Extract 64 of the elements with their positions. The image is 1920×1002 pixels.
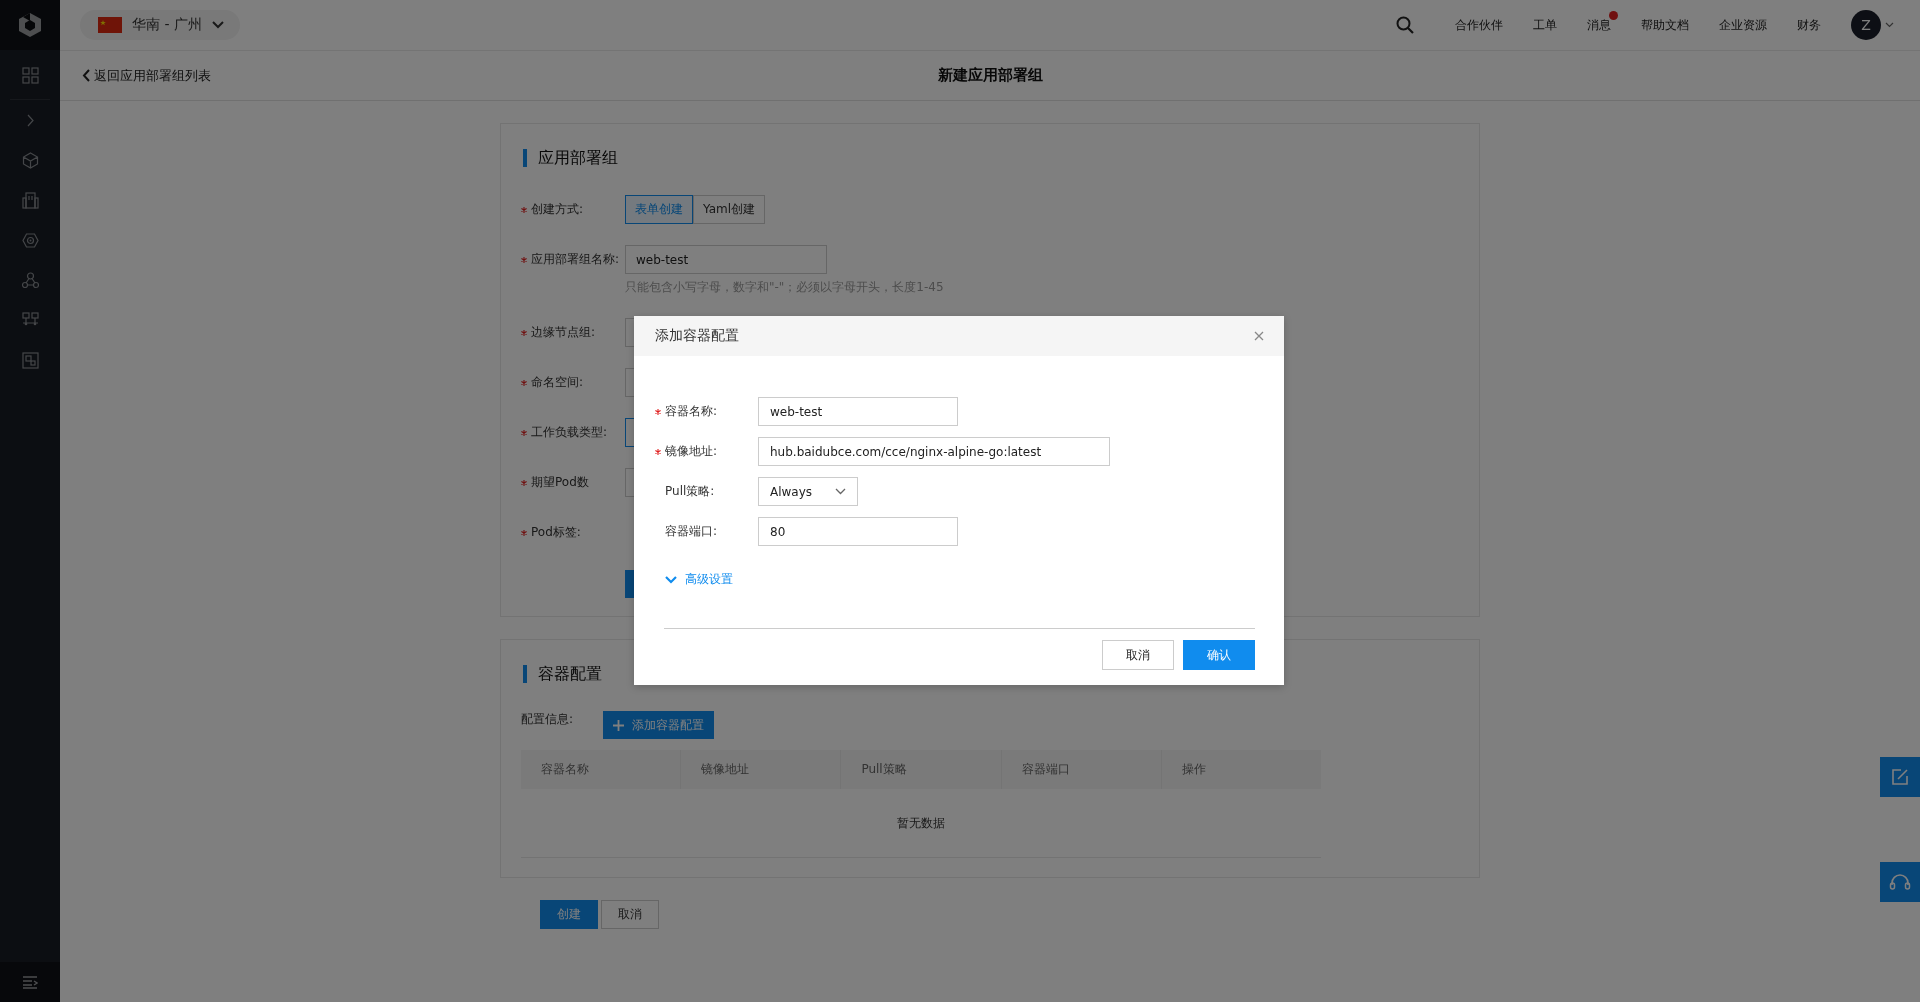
nav-link[interactable]: 工单 [1533, 16, 1557, 34]
input-field[interactable]: web-test [758, 397, 958, 426]
chevron-left-icon [82, 69, 90, 82]
field-label: Pull策略: [665, 483, 715, 500]
column-header: Pull策略 [840, 750, 1001, 789]
logo-icon [18, 12, 42, 38]
chevron-down-icon [1885, 22, 1894, 28]
input-field[interactable]: hub.baidubce.com/cce/nginx-alpine-go:latest [758, 437, 1110, 466]
field-label: 配置信息: [521, 711, 574, 728]
column-header: 操作 [1160, 750, 1321, 789]
field-label: 容器名称: [665, 403, 718, 420]
segment-tab[interactable]: Yaml创建 [693, 195, 766, 224]
headset-icon [1889, 873, 1911, 891]
field-label: 容器端口: [665, 523, 718, 540]
nav-link[interactable]: 合作伙伴 [1455, 16, 1503, 34]
network-icon[interactable] [21, 271, 39, 289]
field-label: Pod标签: [531, 524, 581, 541]
nav-link[interactable]: 帮助文档 [1641, 16, 1689, 34]
plus-icon [613, 719, 625, 731]
support-button[interactable] [1880, 862, 1920, 902]
dialog-title: 添加容器配置 [655, 327, 739, 345]
confirm-button[interactable]: 确认 [1183, 640, 1255, 670]
cancel-button[interactable]: 取消 [601, 900, 659, 929]
section-title: 容器配置 [538, 663, 602, 685]
region-selector[interactable]: 华南 - 广州 [80, 10, 240, 40]
field-label: 应用部署组名称: [531, 251, 620, 268]
nav-link[interactable]: 企业资源 [1719, 16, 1767, 34]
field-label: 期望Pod数 [531, 474, 589, 491]
nav-link[interactable]: 财务 [1797, 16, 1821, 34]
menu-icon[interactable] [22, 975, 38, 989]
cube-icon[interactable] [21, 151, 39, 169]
input-field[interactable]: web-test [625, 245, 827, 274]
field-label: 镜像地址: [665, 443, 718, 460]
building-icon[interactable] [21, 191, 39, 209]
back-link[interactable]: 返回应用部署组列表 [82, 66, 211, 85]
empty-message: 暂无数据 [897, 814, 945, 832]
flag-icon [98, 17, 122, 33]
cancel-button[interactable]: 取消 [1102, 640, 1174, 670]
column-header: 容器端口 [1000, 750, 1161, 789]
chevron-down-icon [211, 21, 224, 29]
page-title: 新建应用部署组 [936, 66, 1044, 85]
nav-link[interactable]: 消息 [1587, 16, 1611, 34]
chevron-down-icon [835, 488, 846, 495]
field-label: 工作负载类型: [531, 424, 608, 441]
field-label: 边缘节点组: [531, 324, 596, 341]
dashboard-icon[interactable] [21, 67, 39, 84]
user-avatar[interactable]: Z [1851, 10, 1881, 40]
feedback-button[interactable] [1880, 757, 1920, 797]
create-button[interactable]: 创建 [540, 900, 598, 929]
hexagon-icon[interactable] [21, 231, 39, 249]
column-header: 镜像地址 [680, 750, 841, 789]
field-label: 命名空间: [531, 374, 584, 391]
field-label: 创建方式: [531, 201, 584, 218]
close-icon[interactable] [1254, 331, 1264, 341]
advanced-settings-toggle[interactable]: 高级设置 [665, 571, 733, 588]
search-icon[interactable] [1396, 16, 1414, 34]
chevron-down-icon [665, 575, 677, 584]
section-title: 应用部署组 [538, 147, 618, 169]
input-field[interactable]: 80 [758, 517, 958, 546]
select-dropdown[interactable]: Always [758, 477, 858, 506]
column-header: 容器名称 [540, 761, 590, 778]
edit-icon [1891, 768, 1909, 786]
add-container-button[interactable]: 添加容器配置 [603, 711, 715, 739]
image-box-icon[interactable] [21, 351, 39, 369]
